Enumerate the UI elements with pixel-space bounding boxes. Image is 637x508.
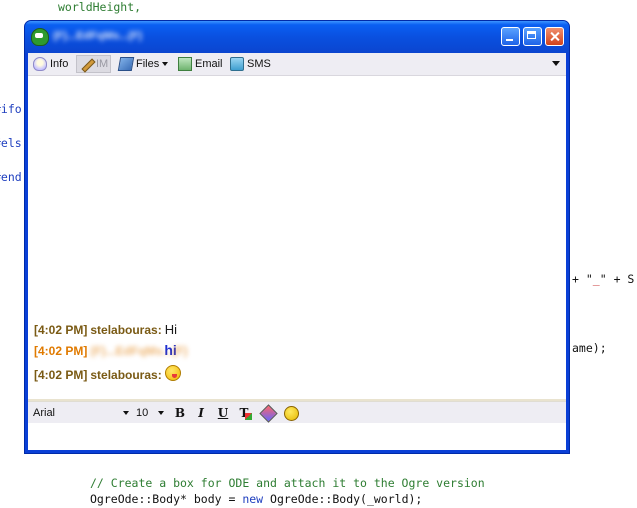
im-label: IM — [96, 58, 109, 70]
lightbulb-icon — [33, 57, 47, 71]
message-timestamp: [4:02 PM] — [34, 368, 88, 382]
files-button[interactable]: Files — [117, 56, 169, 72]
code-body-b: OgreOde::Body(_world); — [263, 492, 423, 506]
title-bar[interactable]: (F)...EdFqMs...(F) — [25, 21, 569, 53]
code-fragment-concat: + "_" + S — [572, 272, 634, 286]
email-icon — [178, 57, 192, 71]
message-input[interactable] — [28, 423, 566, 450]
message-text: Hi — [164, 322, 177, 337]
messenger-app-icon[interactable] — [31, 28, 49, 46]
minimize-button[interactable] — [501, 27, 520, 46]
code-keyword-new: new — [242, 492, 264, 506]
chevron-down-icon — [158, 411, 164, 415]
code-underscore: _ — [592, 272, 600, 286]
tongue-smiley-icon — [164, 365, 181, 381]
font-size-select[interactable]: 10 — [136, 406, 164, 420]
message-row: [4:02 PM] (F)...EdFqMs...(F) hi — [34, 342, 188, 358]
code-line-world-height: worldHeight, — [58, 0, 142, 14]
message-timestamp: [4:02 PM] — [34, 323, 88, 337]
sms-button[interactable]: SMS — [230, 56, 271, 72]
message-sender-blurred: (F)...EdFqMs...(F) — [90, 344, 188, 358]
text-color-button[interactable]: T — [236, 405, 252, 421]
format-toolbar: Arial 10 B I U T — [28, 401, 566, 424]
code-plus-open: + " — [572, 272, 593, 286]
background-color-icon[interactable] — [260, 405, 276, 421]
code-fragment-els: #els — [0, 136, 22, 150]
toolbar-overflow-icon[interactable] — [552, 61, 560, 66]
font-name: Arial — [33, 407, 56, 419]
sms-icon — [230, 57, 244, 71]
code-body-a: OgreOde::Body* body = — [90, 492, 243, 506]
chat-toolbar: Info IM Files Email SMS — [28, 53, 566, 76]
chevron-down-icon — [123, 411, 129, 415]
chat-client-area: Info IM Files Email SMS [4:02 PM] stelab… — [28, 53, 566, 450]
info-button[interactable]: Info — [33, 56, 68, 72]
message-timestamp: [4:02 PM] — [34, 344, 88, 358]
files-icon — [117, 57, 135, 71]
code-plus-close: " + S — [599, 272, 635, 286]
email-label: Email — [195, 58, 223, 70]
font-size-value: 10 — [136, 407, 149, 419]
window-title: (F)...EdFqMs...(F) — [53, 30, 143, 42]
emoticon-icon[interactable] — [283, 405, 299, 421]
chevron-down-icon — [162, 62, 169, 66]
sms-label: SMS — [247, 58, 271, 70]
message-row: [4:02 PM] stelabouras: Hi — [34, 322, 177, 337]
email-button[interactable]: Email — [178, 56, 223, 72]
bold-button[interactable]: B — [172, 405, 188, 421]
pencil-icon — [79, 57, 93, 71]
close-button[interactable] — [545, 27, 564, 46]
code-fragment-end: #end — [0, 170, 22, 184]
code-fragment-ifo: #ifo — [0, 102, 22, 116]
code-body-line: OgreOde::Body* body = new OgreOde::Body(… — [90, 492, 422, 506]
font-select[interactable]: Arial — [33, 406, 129, 420]
message-history[interactable]: [4:02 PM] stelabouras: Hi [4:02 PM] (F).… — [28, 76, 566, 399]
chat-window: (F)...EdFqMs...(F) Info IM Files Email S… — [24, 20, 570, 454]
underline-button[interactable]: U — [215, 405, 231, 421]
code-fragment-name: ame); — [572, 341, 607, 355]
files-label: Files — [136, 58, 160, 70]
maximize-button[interactable] — [523, 27, 542, 46]
message-sender: stelabouras: — [90, 323, 162, 337]
message-row: [4:02 PM] stelabouras: — [34, 363, 181, 382]
message-sender: stelabouras: — [90, 368, 162, 382]
im-button[interactable]: IM — [76, 55, 112, 73]
code-comment-line: // Create a box for ODE and attach it to… — [90, 476, 485, 490]
info-label: Info — [50, 58, 69, 70]
italic-button[interactable]: I — [193, 405, 209, 421]
